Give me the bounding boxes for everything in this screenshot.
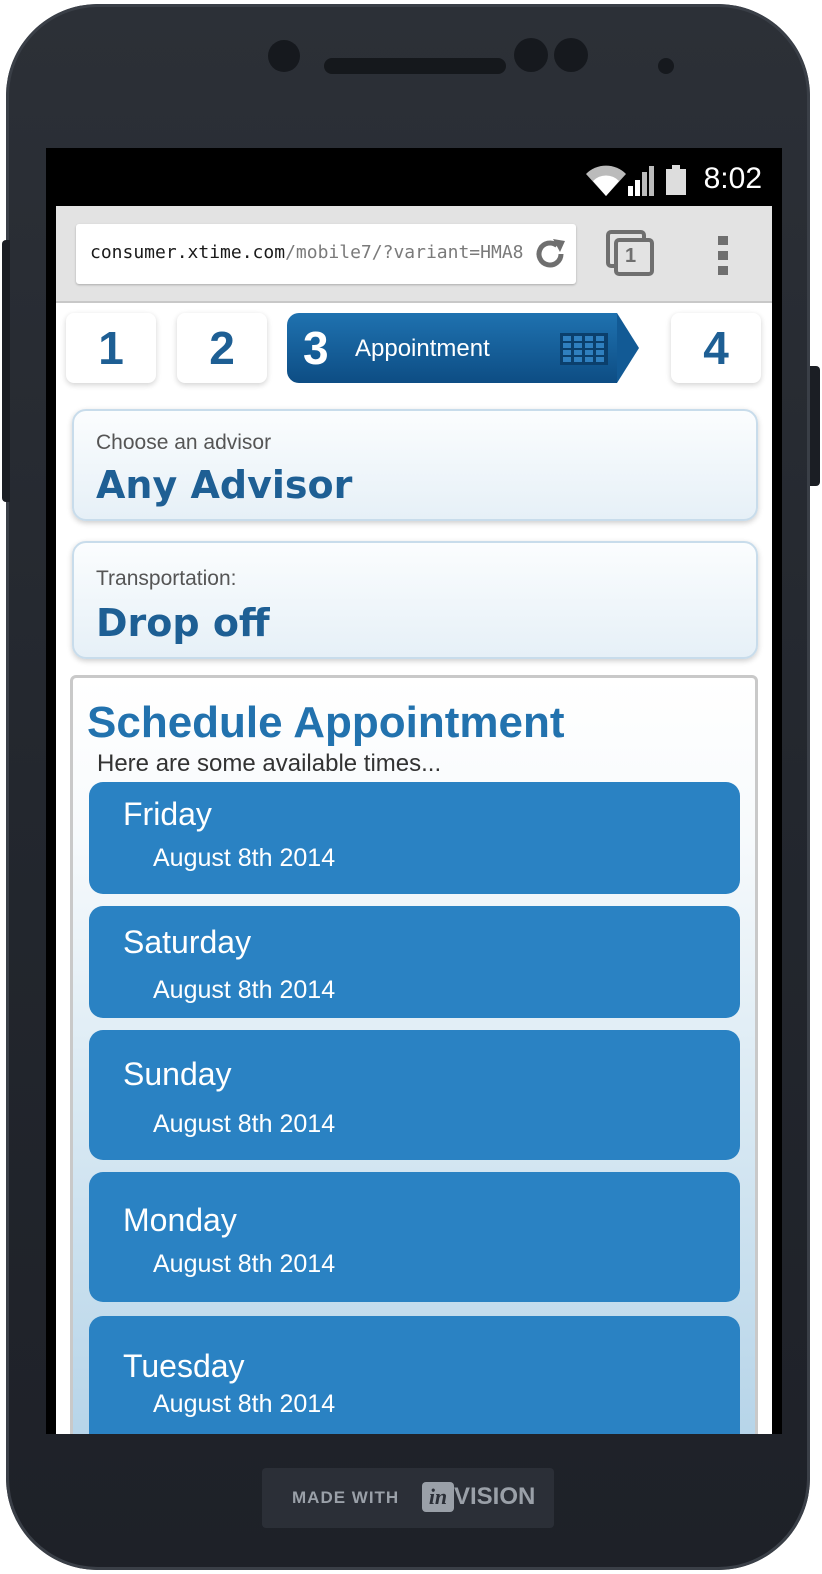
day-date: August 8th 2014 xyxy=(153,1390,336,1418)
day-date: August 8th 2014 xyxy=(153,976,336,1004)
battery-icon xyxy=(666,165,686,199)
status-bar: 8:02 xyxy=(46,148,782,206)
transportation-select[interactable]: Transportation: Drop off xyxy=(72,541,758,659)
step-3-number: 3 xyxy=(303,322,329,374)
advisor-value: Any Advisor xyxy=(96,463,353,507)
tabs-icon[interactable]: 1 xyxy=(606,230,654,280)
schedule-title: Schedule Appointment xyxy=(87,698,565,747)
day-option-friday[interactable]: Friday August 8th 2014 xyxy=(89,782,740,894)
front-camera xyxy=(268,40,300,72)
day-date: August 8th 2014 xyxy=(153,1250,336,1278)
reload-icon[interactable] xyxy=(532,236,568,276)
day-name: Monday xyxy=(123,1202,237,1238)
day-date: August 8th 2014 xyxy=(153,1110,336,1138)
volume-button xyxy=(2,240,10,502)
phone-speaker xyxy=(324,58,506,74)
browser-window: consumer.xtime.com/mobile7/?variant=HMA8 xyxy=(56,206,772,1434)
page-content: 1 2 3 Appointment 4 Choose an advisor An… xyxy=(56,303,772,1434)
address-bar[interactable]: consumer.xtime.com/mobile7/?variant=HMA8 xyxy=(76,224,576,284)
day-option-tuesday[interactable]: Tuesday August 8th 2014 xyxy=(89,1316,740,1434)
vision-text: VISION xyxy=(454,1483,536,1510)
step-3-label: Appointment xyxy=(355,335,490,362)
url-path: /mobile7/?variant=HMA8 xyxy=(285,242,524,263)
phone-frame: 8:02 consumer.xtime.com/mobile7/?variant… xyxy=(6,4,810,1570)
power-button xyxy=(810,366,820,486)
url-host: consumer.xtime.com xyxy=(90,242,286,263)
step-4[interactable]: 4 xyxy=(671,313,761,383)
advisor-label: Choose an advisor xyxy=(96,431,272,454)
schedule-panel: Schedule Appointment Here are some avail… xyxy=(70,675,758,1434)
transportation-label: Transportation: xyxy=(96,567,237,590)
transportation-value: Drop off xyxy=(96,601,270,645)
status-icons xyxy=(584,164,664,200)
step-3-active[interactable]: 3 Appointment xyxy=(287,313,639,383)
url-text[interactable]: consumer.xtime.com/mobile7/?variant=HMA8 xyxy=(90,242,524,263)
status-time: 8:02 xyxy=(703,162,762,195)
tab-count: 1 xyxy=(625,245,637,267)
day-option-monday[interactable]: Monday August 8th 2014 xyxy=(89,1172,740,1302)
step-1[interactable]: 1 xyxy=(66,313,156,383)
schedule-subtitle: Here are some available times... xyxy=(97,750,442,777)
phone-screen: 8:02 consumer.xtime.com/mobile7/?variant… xyxy=(46,148,782,1434)
proximity-sensor xyxy=(658,58,674,74)
browser-toolbar: consumer.xtime.com/mobile7/?variant=HMA8 xyxy=(56,206,772,303)
signal-icon xyxy=(628,166,654,196)
day-name: Saturday xyxy=(123,924,252,960)
overflow-menu-icon[interactable] xyxy=(716,234,730,282)
day-name: Sunday xyxy=(123,1056,232,1092)
invision-badge[interactable]: MADE WITH in VISION xyxy=(262,1468,554,1528)
sensor-right xyxy=(554,38,588,72)
step-3-arrow xyxy=(617,313,639,383)
step-2[interactable]: 2 xyxy=(177,313,267,383)
day-name: Tuesday xyxy=(123,1348,245,1384)
sensor-left xyxy=(514,38,548,72)
day-option-saturday[interactable]: Saturday August 8th 2014 xyxy=(89,906,740,1018)
calendar-icon xyxy=(560,333,608,369)
advisor-select[interactable]: Choose an advisor Any Advisor xyxy=(72,409,758,521)
day-name: Friday xyxy=(123,796,212,832)
day-date: August 8th 2014 xyxy=(153,844,336,872)
made-with-text: MADE WITH xyxy=(292,1488,400,1507)
wifi-icon xyxy=(586,165,626,196)
invision-logo-icon: in xyxy=(422,1482,454,1512)
day-option-sunday[interactable]: Sunday August 8th 2014 xyxy=(89,1030,740,1160)
